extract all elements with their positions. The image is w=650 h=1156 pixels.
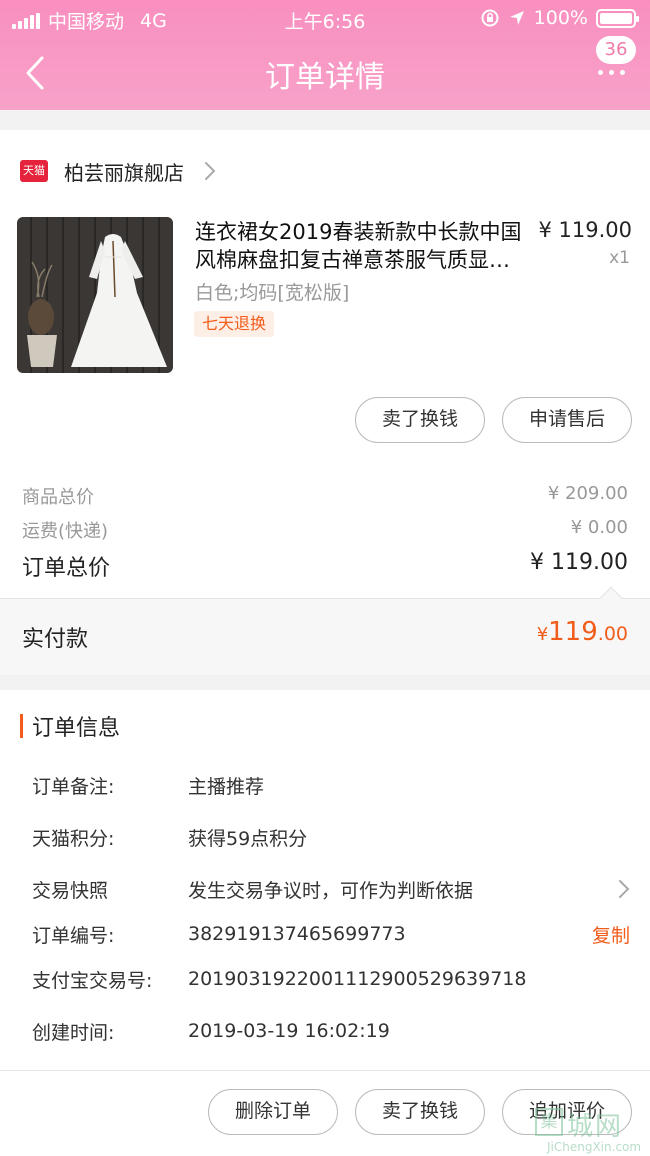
shipping-label: 运费(快递) — [22, 521, 109, 542]
created-time-row: 创建时间: 2019-03-19 16:02:19 — [32, 1016, 630, 1046]
return-policy-tag: 七天退换 — [194, 311, 275, 337]
order-number-row: 订单编号: 382919137465699773 复制 — [32, 919, 630, 949]
order-number-value: 382919137465699773 — [188, 923, 406, 945]
watermark-box: 集 — [535, 1108, 563, 1136]
header: 中国移动 4G 上午6:56 100% 订单详情 36 — [0, 0, 650, 110]
trade-snapshot-row[interactable]: 交易快照 发生交易争议时，可作为判断依据 — [32, 874, 630, 904]
actual-payment-label: 实付款 — [22, 627, 89, 652]
trade-snapshot-value: 发生交易争议时，可作为判断依据 — [188, 879, 474, 902]
paid-currency: ¥ — [536, 624, 549, 645]
order-info-card: 订单信息 订单备注: 主播推荐 天猫积分: 获得59点积分 交易快照 发生交易争… — [0, 690, 650, 1156]
apply-after-sale-button[interactable]: 申请售后 — [502, 397, 632, 443]
store-name: 柏芸丽旗舰店 — [64, 160, 184, 185]
order-info-header: 订单信息 — [20, 712, 121, 741]
goods-total-label: 商品总价 — [22, 487, 94, 508]
product-price: ¥ 119.00 — [538, 218, 632, 242]
order-info-title: 订单信息 — [32, 716, 121, 741]
rotation-lock-icon — [481, 9, 499, 27]
alipay-trade-row: 支付宝交易号: 2019031922001112900529639718 — [32, 964, 630, 994]
delete-order-button[interactable]: 删除订单 — [208, 1089, 338, 1135]
page-title: 订单详情 — [265, 60, 385, 95]
location-arrow-icon — [509, 11, 524, 25]
order-total-row: 订单总价 ¥ 119.00 — [22, 550, 628, 582]
trade-snapshot-label: 交易快照 — [32, 879, 109, 902]
watermark-url: JiChengXin.com — [547, 1140, 642, 1154]
alipay-trade-label: 支付宝交易号: — [32, 969, 153, 992]
battery-icon — [596, 8, 639, 28]
status-right: 100% — [480, 7, 639, 29]
paid-integer: 119 — [548, 617, 598, 647]
chevron-right-icon — [205, 162, 216, 180]
goods-total-row: 商品总价 ¥ 209.00 — [22, 483, 628, 509]
more-dots-icon — [598, 70, 625, 75]
alipay-trade-value: 2019031922001112900529639718 — [188, 968, 527, 990]
actual-payment-row: 实付款 ¥119.00 — [0, 586, 650, 675]
shipping-row: 运费(快递) ¥ 0.00 — [22, 517, 628, 543]
battery-percent: 100% — [533, 7, 588, 29]
created-time-label: 创建时间: — [32, 1021, 115, 1044]
chevron-right-icon — [619, 880, 630, 898]
created-time-value: 2019-03-19 16:02:19 — [188, 1020, 390, 1042]
product-spec: 白色;均码[宽松版] — [195, 282, 350, 304]
tmall-points-label: 天猫积分: — [32, 827, 115, 850]
product-quantity: x1 — [609, 248, 630, 268]
caret-up-icon — [599, 586, 623, 610]
tmall-points-row: 天猫积分: 获得59点积分 — [32, 822, 630, 852]
message-count-badge: 36 — [596, 36, 636, 64]
order-card: 天猫 柏芸丽旗舰店 连衣裙女2019春装新款中长款中国风棉麻盘扣复古禅意茶服气质… — [0, 130, 650, 675]
paid-decimal: .00 — [597, 623, 628, 645]
tmall-logo: 天猫 — [20, 160, 48, 182]
copy-order-number-button[interactable]: 复制 — [592, 921, 630, 948]
actual-payment-value: ¥119.00 — [537, 617, 628, 647]
order-number-label: 订单编号: — [32, 924, 115, 947]
order-total-label: 订单总价 — [22, 556, 111, 581]
order-note-row: 订单备注: 主播推荐 — [32, 770, 630, 800]
sell-for-cash-button[interactable]: 卖了换钱 — [355, 397, 485, 443]
watermark-text: 城网 — [567, 1112, 624, 1142]
order-note-label: 订单备注: — [32, 775, 115, 798]
more-button[interactable]: 36 — [594, 36, 640, 86]
shipping-value: ¥ 0.00 — [570, 517, 628, 538]
product-image[interactable] — [17, 217, 173, 373]
tmall-points-value: 获得59点积分 — [188, 827, 308, 850]
divider — [0, 1070, 650, 1071]
watermark-logo: 集 城网 JiChengXin.com — [533, 1106, 650, 1156]
product-photo — [17, 217, 173, 373]
status-bar: 中国移动 4G 上午6:56 100% — [0, 0, 650, 38]
goods-total-value: ¥ 209.00 — [547, 483, 628, 504]
product-title[interactable]: 连衣裙女2019春装新款中长款中国风棉麻盘扣复古禅意茶服气质显瘦白色长裙 — [195, 218, 527, 274]
order-total-value: ¥ 119.00 — [530, 550, 628, 575]
sell-for-cash-bottom-button[interactable]: 卖了换钱 — [355, 1089, 485, 1135]
order-note-value: 主播推荐 — [188, 775, 265, 798]
section-accent-bar — [20, 714, 23, 738]
store-link[interactable]: 天猫 柏芸丽旗舰店 — [20, 156, 216, 186]
